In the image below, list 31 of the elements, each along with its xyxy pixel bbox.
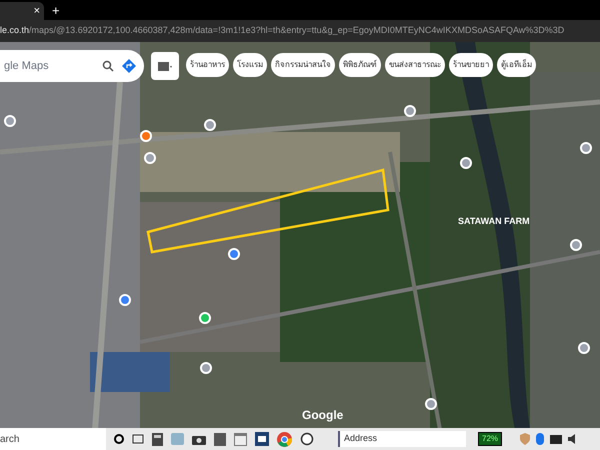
layers-button[interactable] [151,52,179,80]
address-toolbar-field[interactable]: Address [338,431,466,447]
battery-indicator: 72% [478,432,502,446]
place-label: SATAWAN FARM [458,215,530,228]
app-icon[interactable] [255,432,269,446]
search-placeholder: arch [0,432,20,446]
camera-icon[interactable] [192,434,206,444]
task-view-icon[interactable] [132,434,144,444]
address-bar[interactable]: le.co.th/maps/@13.6920172,100.4660387,428m/data=!3m1!1e3?hl=th&entry=ttu&g_ep=EgoyMDI0MTEyNC4wIKXMDSoASAFQAw%3D%3D [0,20,600,42]
cortana-icon[interactable] [114,434,124,444]
taskbar-search-field[interactable]: arch [0,428,106,450]
google-logo: Google [302,407,344,424]
category-chip[interactable]: พิพิธภัณฑ์ [339,53,381,77]
category-chip[interactable]: ขนส่งสาธารณะ [385,53,445,77]
search-icon[interactable] [102,60,114,72]
search-placeholder: gle Maps [4,58,50,74]
new-tab-button[interactable]: + [52,4,60,17]
category-chip[interactable]: กิจกรรมน่าสนใจ [271,53,335,77]
calendar-icon[interactable] [234,432,247,446]
directions-icon[interactable] [122,59,136,73]
category-chip[interactable]: ร้านอาหาร [186,53,229,77]
chrome-icon[interactable] [277,432,292,446]
category-chip[interactable]: ร้านขายยา [449,53,493,77]
search-box[interactable]: gle Maps [0,50,144,82]
url-path: /maps/@13.6920172,100.4660387,428m/data=!3m1!1e3?hl=th&entry=ttu&g_ep=EgoyMDI0MTEyNC4wIKXMDSoASAFQAw%3D%3D [29,24,564,38]
address-label: Address [344,432,378,446]
calculator-icon[interactable] [152,432,163,446]
app-icon[interactable] [214,432,226,446]
browser-tab[interactable]: × [0,2,44,20]
url-host: le.co.th [0,24,30,38]
close-tab-button[interactable]: × [34,6,40,16]
